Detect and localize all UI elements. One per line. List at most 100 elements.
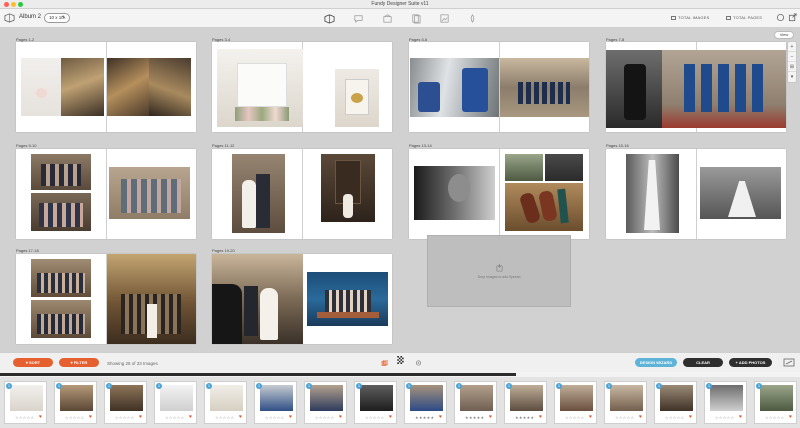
star-rating[interactable]: ☆☆☆☆☆ — [265, 415, 284, 420]
tray-thumbnail[interactable]: 1 ☆☆☆☆☆ ♥ — [304, 381, 347, 424]
spread-photo[interactable] — [149, 58, 191, 116]
spread-pages-17-18[interactable] — [16, 254, 196, 344]
heart-icon[interactable]: ♥ — [89, 414, 92, 420]
spread-pages-7-8[interactable] — [606, 42, 786, 132]
spread-pages-15-16[interactable] — [606, 149, 786, 239]
tray-thumbnail[interactable]: 1 ★★★★★ ♥ — [404, 381, 447, 424]
spread-photo[interactable] — [307, 272, 388, 326]
zoom-out-icon[interactable]: − — [788, 52, 796, 62]
heart-icon[interactable]: ♥ — [539, 414, 542, 420]
spread-photo[interactable] — [505, 154, 543, 181]
album-designer-icon[interactable] — [4, 12, 15, 23]
more-options-icon[interactable]: ▾ — [788, 72, 796, 82]
heart-icon[interactable]: ♥ — [239, 414, 242, 420]
star-rating[interactable]: ☆☆☆☆☆ — [215, 415, 234, 420]
album-size-selector[interactable]: 10 x 10 ✎ — [44, 13, 70, 23]
heart-icon[interactable]: ♥ — [439, 414, 442, 420]
spread-pages-5-6[interactable] — [409, 42, 589, 132]
image-frame-icon[interactable] — [439, 13, 450, 24]
spread-pages-9-10[interactable] — [16, 149, 196, 239]
star-rating[interactable]: ☆☆☆☆☆ — [115, 415, 134, 420]
chat-icon[interactable] — [776, 13, 785, 22]
star-rating[interactable]: ☆☆☆☆☆ — [15, 415, 34, 420]
spread-photo[interactable] — [109, 167, 190, 219]
spread-photo[interactable] — [606, 50, 662, 128]
star-rating[interactable]: ☆☆☆☆☆ — [665, 415, 684, 420]
heart-icon[interactable]: ♥ — [489, 414, 492, 420]
spread-pages-13-14[interactable] — [409, 149, 589, 239]
grid-icon[interactable]: ⊞ — [788, 62, 796, 72]
star-rating[interactable]: ☆☆☆☆☆ — [765, 415, 784, 420]
spread-photo[interactable] — [31, 259, 91, 297]
spread-photo[interactable] — [21, 58, 62, 116]
tray-thumbnail[interactable]: 1 ☆☆☆☆☆ ♥ — [354, 381, 397, 424]
bag-icon[interactable] — [382, 13, 393, 24]
pages-icon[interactable] — [410, 13, 421, 24]
heart-icon[interactable]: ♥ — [189, 414, 192, 420]
heart-icon[interactable]: ♥ — [39, 414, 42, 420]
settings-icon[interactable] — [415, 359, 422, 367]
star-rating[interactable]: ☆☆☆☆☆ — [365, 415, 384, 420]
add-spread-dropzone[interactable]: Drop images to add Spread — [427, 235, 571, 307]
filter-button[interactable]: ▾ FILTER — [59, 358, 99, 367]
star-rating[interactable]: ☆☆☆☆☆ — [65, 415, 84, 420]
tray-thumbnail[interactable]: 1 ☆☆☆☆☆ ♥ — [4, 381, 47, 424]
album-name[interactable]: Album 2 — [19, 14, 41, 20]
tray-thumbnail[interactable]: 1 ☆☆☆☆☆ ♥ — [204, 381, 247, 424]
heart-icon[interactable]: ♥ — [789, 414, 792, 420]
add-photos-button[interactable]: + ADD PHOTOS — [729, 358, 772, 367]
export-icon[interactable] — [788, 13, 797, 22]
spread-photo[interactable] — [217, 49, 303, 127]
star-rating[interactable]: ☆☆☆☆☆ — [615, 415, 634, 420]
heart-icon[interactable]: ♥ — [589, 414, 592, 420]
spread-photo[interactable] — [505, 183, 583, 231]
star-rating[interactable]: ☆☆☆☆☆ — [715, 415, 734, 420]
heart-icon[interactable]: ♥ — [139, 414, 142, 420]
heart-icon[interactable]: ♥ — [639, 414, 642, 420]
heart-icon[interactable]: ♥ — [389, 414, 392, 420]
star-rating[interactable]: ★★★★★ — [465, 415, 484, 420]
spread-photo[interactable] — [107, 58, 149, 116]
tray-thumbnail[interactable]: 1 ☆☆☆☆☆ ♥ — [654, 381, 697, 424]
spread-photo[interactable] — [232, 154, 285, 233]
spread-pages-11-12[interactable] — [212, 149, 392, 239]
star-rating[interactable]: ☆☆☆☆☆ — [315, 415, 334, 420]
speech-bubble-icon[interactable] — [353, 13, 364, 24]
spread-photo[interactable] — [500, 58, 589, 117]
spread-photo[interactable] — [31, 300, 91, 338]
tray-thumbnail[interactable]: 1 ☆☆☆☆☆ ♥ — [54, 381, 97, 424]
spread-photo[interactable] — [107, 254, 196, 344]
spread-photo[interactable] — [212, 254, 303, 344]
spread-pages-1-2[interactable] — [16, 42, 196, 132]
spread-photo[interactable] — [410, 58, 499, 117]
view-button[interactable]: View — [774, 31, 794, 39]
zoom-in-icon[interactable]: + — [788, 42, 796, 52]
spread-photo[interactable] — [626, 154, 679, 233]
tray-thumbnail[interactable]: 1 ★★★★★ ♥ — [504, 381, 547, 424]
tray-scrollbar-thumb[interactable] — [0, 373, 516, 376]
spread-photo[interactable] — [545, 154, 583, 181]
clear-button[interactable]: CLEAR — [683, 358, 723, 367]
tray-thumbnail[interactable]: 1 ☆☆☆☆☆ ♥ — [554, 381, 597, 424]
paint-icon[interactable] — [467, 13, 478, 24]
album-icon[interactable] — [324, 13, 335, 24]
spread-photo[interactable] — [61, 58, 104, 116]
star-rating[interactable]: ☆☆☆☆☆ — [165, 415, 184, 420]
heart-icon[interactable]: ♥ — [339, 414, 342, 420]
spread-pages-19-20[interactable] — [212, 254, 392, 344]
spread-photo[interactable] — [31, 154, 91, 190]
tray-thumbnail[interactable]: 1 ☆☆☆☆☆ ♥ — [604, 381, 647, 424]
tray-thumbnail[interactable]: 1 ☆☆☆☆☆ ♥ — [754, 381, 797, 424]
star-rating[interactable]: ★★★★★ — [515, 415, 534, 420]
photo-stack-icon[interactable] — [381, 359, 388, 367]
spread-photo[interactable] — [31, 193, 91, 231]
tray-thumbnail[interactable]: 1 ★★★★★ ♥ — [454, 381, 497, 424]
star-rating[interactable]: ★★★★★ — [415, 415, 434, 420]
collapse-tray-icon[interactable] — [783, 358, 795, 367]
spread-photo[interactable] — [335, 69, 379, 127]
spread-photo[interactable] — [414, 166, 495, 220]
tray-thumbnail[interactable]: 1 ☆☆☆☆☆ ♥ — [154, 381, 197, 424]
tray-thumbnail[interactable]: 1 ☆☆☆☆☆ ♥ — [704, 381, 747, 424]
design-wizard-button[interactable]: DESIGN WIZARD — [635, 358, 677, 367]
spread-photo[interactable] — [700, 167, 781, 219]
